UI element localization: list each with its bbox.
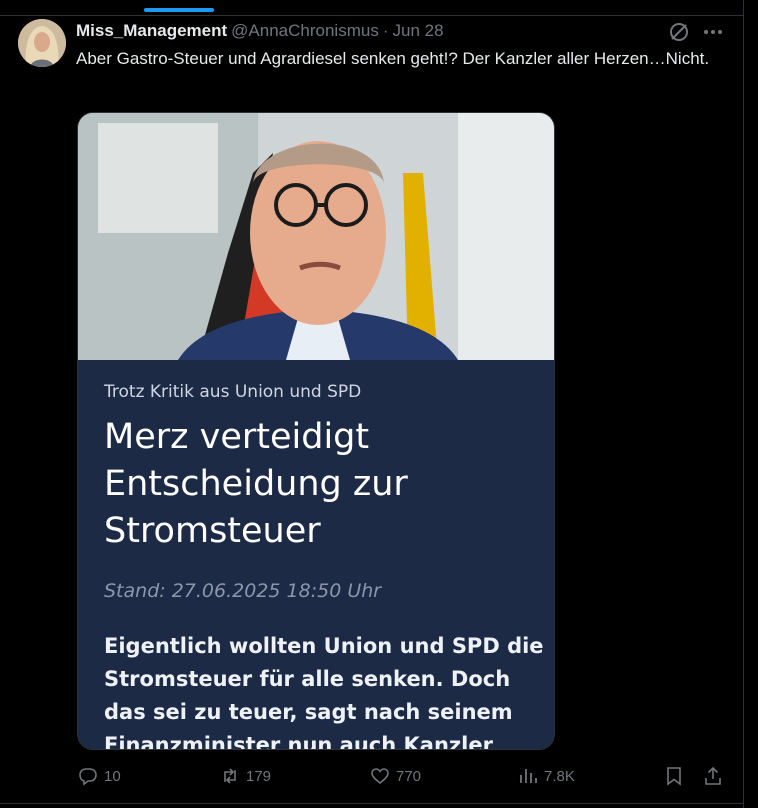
article-panel: Trotz Kritik aus Union und SPD Merz vert… (78, 360, 554, 750)
article-headline: Merz verteidigt Entscheidung zur Stromst… (104, 417, 408, 551)
more-icon[interactable] (702, 21, 724, 43)
grok-icon[interactable] (668, 21, 690, 43)
reply-count: 10 (104, 767, 121, 785)
like-count: 770 (396, 767, 422, 785)
repost-button[interactable]: 179 (220, 766, 271, 786)
article-timestamp: Stand: 27.06.2025 18:50 Uhr (104, 580, 382, 602)
views-icon (520, 769, 537, 783)
share-button[interactable] (703, 766, 723, 786)
repost-count: 179 (246, 767, 272, 785)
tweet-header: Miss_Management @AnnaChronismus · Jun 28 (76, 21, 444, 41)
tweet-text: Aber Gastro-Steuer und Agrardiesel senke… (76, 49, 710, 68)
like-button[interactable]: 770 (370, 766, 421, 786)
divider (0, 15, 744, 16)
article-lead: Eigentlich wollten Union und SPD die Str… (104, 634, 544, 750)
share-icon (705, 766, 721, 785)
bookmark-icon (667, 767, 681, 786)
article-photo (78, 113, 554, 360)
news-card[interactable]: Trotz Kritik aus Union und SPD Merz vert… (77, 112, 555, 750)
reply-button[interactable]: 10 (78, 766, 121, 786)
views-count: 7.8K (544, 767, 575, 785)
author-name[interactable]: Miss_Management (76, 21, 227, 40)
repost-icon (224, 768, 236, 784)
tweet-date[interactable]: Jun 28 (393, 21, 444, 40)
like-icon (371, 768, 389, 785)
divider (0, 803, 744, 804)
active-tab-indicator (144, 8, 214, 12)
action-bar: 10 179 770 7.8K (0, 766, 744, 792)
avatar[interactable] (18, 19, 66, 67)
article-kicker: Trotz Kritik aus Union und SPD (104, 382, 362, 402)
bookmark-button[interactable] (664, 766, 684, 786)
separator-dot: · (382, 21, 389, 40)
author-handle[interactable]: @AnnaChronismus (231, 21, 379, 40)
reply-icon (79, 768, 97, 786)
views-button[interactable]: 7.8K (518, 766, 575, 786)
